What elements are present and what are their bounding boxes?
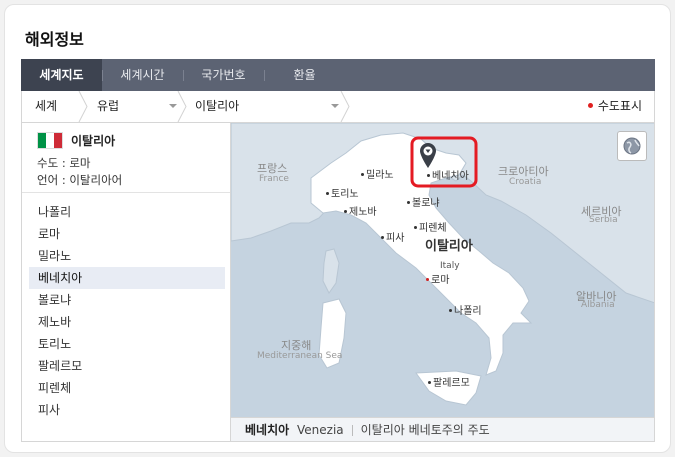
globe-view-button[interactable] [617, 131, 647, 161]
red-dot-icon [587, 103, 593, 108]
neighbor-croatia-en: Croatia [509, 177, 542, 187]
chevron-right-icon [78, 91, 88, 122]
footer-city-ko: 베네치아 [245, 423, 290, 437]
breadcrumb-continent[interactable]: 유럽 [97, 91, 119, 122]
map-footer: 베네치아 Venezia 이탈리아 베네토주의 주도 [231, 417, 654, 441]
chevron-right-icon [340, 91, 350, 122]
tab-world-time[interactable]: 세계시간 [102, 59, 183, 91]
footer-divider [351, 425, 353, 436]
map-city-firenze[interactable]: 피렌체 [414, 223, 447, 234]
map-city-roma[interactable]: 로마 [426, 275, 449, 286]
map-country-label-en: Italy [440, 261, 460, 271]
country-name: 이탈리아 [71, 134, 116, 148]
chevron-down-icon[interactable] [169, 104, 177, 108]
capital-toggle[interactable]: 수도표시 [587, 91, 642, 122]
map-view[interactable]: 프랑스 France 크로아티아 Croatia 세르비아 Serbia 알바니… [231, 123, 655, 442]
neighbor-france-en: France [259, 174, 289, 184]
map-pin-icon[interactable] [418, 141, 438, 169]
country-language: 언어 : 이탈리아어 [37, 173, 123, 187]
tab-exchange-rate[interactable]: 환율 [264, 59, 345, 91]
city-item-genova[interactable]: 제노바 [29, 311, 225, 333]
map-city-genova[interactable]: 제노바 [344, 207, 377, 218]
neighbor-serbia-en: Serbia [589, 215, 618, 225]
map-city-torino[interactable]: 토리노 [326, 189, 359, 200]
neighbor-albania-en: Albania [581, 300, 615, 310]
footer-city-en: Venezia [297, 423, 344, 437]
map-city-napoli[interactable]: 나폴리 [449, 306, 482, 317]
city-item-pisa[interactable]: 피사 [29, 399, 225, 421]
country-info: 이탈리아 수도 : 로마 언어 : 이탈리아어 [22, 123, 230, 193]
globe-icon [623, 137, 641, 155]
breadcrumb-world[interactable]: 세계 [35, 91, 57, 122]
city-item-bologna[interactable]: 볼로냐 [29, 289, 225, 311]
chevron-right-icon [177, 91, 187, 122]
city-item-palermo[interactable]: 팔레르모 [29, 355, 225, 377]
city-item-milano[interactable]: 밀라노 [29, 245, 225, 267]
city-item-napoli[interactable]: 나폴리 [29, 201, 225, 223]
map-city-bologna[interactable]: 볼로냐 [407, 198, 440, 209]
city-item-torino[interactable]: 토리노 [29, 333, 225, 355]
map-city-milano[interactable]: 밀라노 [361, 170, 394, 181]
map-city-pisa[interactable]: 피사 [381, 233, 404, 244]
footer-description: 이탈리아 베네토주의 주도 [360, 423, 490, 437]
italy-flag-icon [37, 132, 63, 149]
tab-bar: 세계지도 세계시간 국가번호 환율 [21, 59, 655, 91]
capital-toggle-label: 수도표시 [597, 99, 642, 113]
breadcrumb-country[interactable]: 이탈리아 [195, 91, 239, 122]
tab-country-code[interactable]: 국가번호 [183, 59, 264, 91]
country-panel: 이탈리아 수도 : 로마 언어 : 이탈리아어 나폴리 로마 밀라노 베네치아 … [21, 123, 231, 442]
city-item-roma[interactable]: 로마 [29, 223, 225, 245]
page-title: 해외정보 [25, 30, 84, 49]
city-list: 나폴리 로마 밀라노 베네치아 볼로냐 제노바 토리노 팔레르모 피렌체 피사 [29, 201, 225, 421]
map-city-palermo[interactable]: 팔레르모 [428, 378, 470, 389]
city-item-venezia[interactable]: 베네치아 [29, 267, 225, 289]
map-country-label-ko: 이탈리아 [425, 239, 473, 254]
sea-label-en: Mediterranean Sea [257, 351, 343, 361]
chevron-down-icon[interactable] [331, 104, 339, 108]
country-capital: 수도 : 로마 [37, 156, 91, 170]
breadcrumb: 세계 유럽 이탈리아 수도표시 [21, 91, 655, 123]
tab-world-map[interactable]: 세계지도 [21, 59, 102, 91]
city-item-firenze[interactable]: 피렌체 [29, 377, 225, 399]
